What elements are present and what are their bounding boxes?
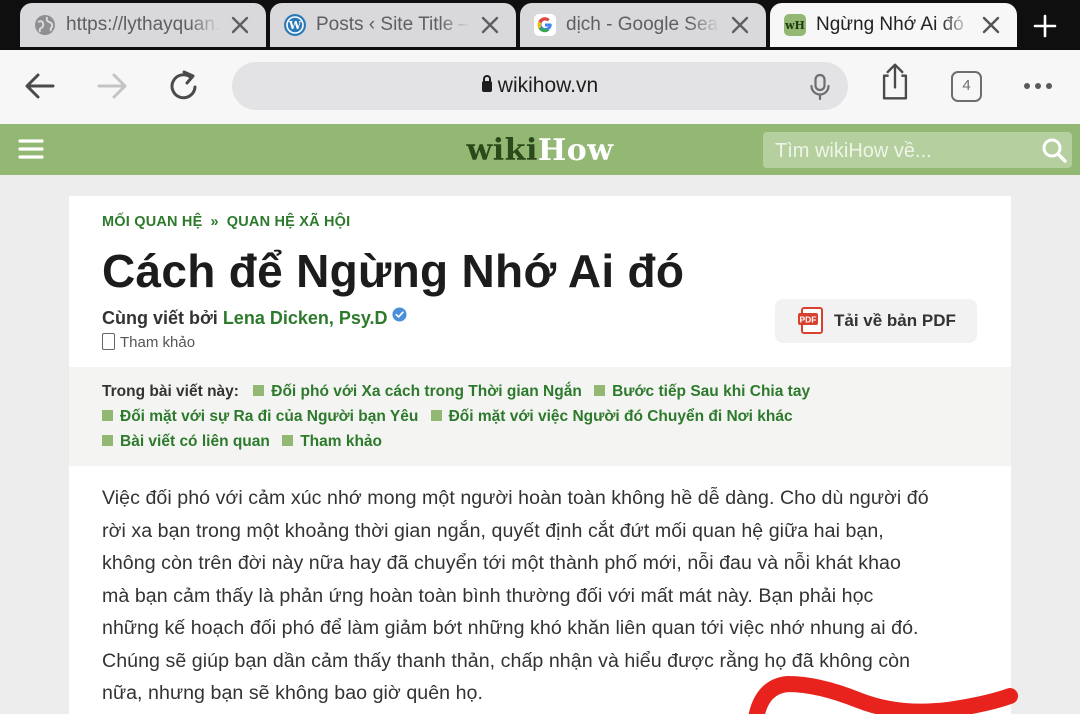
wikihow-icon: wH: [784, 14, 806, 36]
intro-line: Việc đối phó với cảm xúc nhớ mong một ng…: [102, 487, 929, 509]
share-icon[interactable]: [875, 62, 915, 102]
breadcrumb: MỐI QUAN HỆ » QUAN HỆ XÃ HỘI: [102, 214, 350, 230]
toc-label: Trong bài viết này:: [102, 383, 239, 400]
toc-item[interactable]: Tham khảo: [282, 433, 382, 450]
lock-icon: [481, 75, 492, 92]
search-placeholder: Tìm wikiHow về...: [775, 140, 932, 162]
bullet-square-icon: [594, 385, 606, 396]
tab-title: Ngừng Nhớ Ai đó – wikiHow: [816, 14, 971, 35]
tab-title: dịch - Google Search: [566, 14, 720, 35]
close-tab-icon[interactable]: [979, 13, 1003, 37]
page-title: Cách để Ngừng Nhớ Ai đó: [102, 245, 685, 297]
bullet-square-icon: [282, 435, 294, 446]
toc-item[interactable]: Đối phó với Xa cách trong Thời gian Ngắn: [253, 383, 582, 400]
download-pdf-button[interactable]: PDF Tải về bản PDF: [775, 299, 977, 343]
pdf-icon: PDF: [798, 307, 823, 334]
toc-item[interactable]: Bài viết có liên quan: [102, 433, 270, 450]
tab-switcher-button[interactable]: 4: [951, 71, 982, 102]
url-text: wikihow.vn: [497, 74, 599, 97]
red-annotation-scribble: [748, 675, 1018, 714]
intro-line: rời xa bạn trong một khoảng thời gian ng…: [102, 519, 884, 542]
bullet-square-icon: [253, 385, 265, 396]
more-icon[interactable]: [1018, 66, 1058, 106]
breadcrumb-link[interactable]: QUAN HỆ XÃ HỘI: [227, 214, 351, 230]
browser-tab-3[interactable]: dịch - Google Search: [520, 3, 766, 47]
bullet-square-icon: [102, 410, 113, 421]
tab-title: https://lythayquan.: [66, 14, 220, 35]
reload-icon[interactable]: [164, 66, 204, 106]
search-icon[interactable]: [1040, 136, 1068, 164]
browser-tab-2[interactable]: W Posts ‹ Site Title —: [270, 3, 516, 47]
browser-tab-active[interactable]: wH Ngừng Nhớ Ai đó – wikiHow: [770, 3, 1017, 47]
browser-toolbar: wikihow.vn 4: [0, 50, 1080, 124]
pdf-button-label: Tải về bản PDF: [834, 311, 956, 330]
forward-icon[interactable]: [92, 66, 132, 106]
microphone-icon[interactable]: [807, 73, 833, 101]
globe-icon: [34, 14, 56, 36]
author-line: Cùng viết bởi Lena Dicken, Psy.D: [102, 307, 407, 329]
site-search-input[interactable]: Tìm wikiHow về...: [763, 132, 1072, 168]
wordpress-icon: W: [284, 14, 306, 36]
breadcrumb-separator: »: [210, 214, 219, 230]
svg-text:PDF: PDF: [800, 315, 817, 325]
verified-badge-icon: [392, 307, 407, 322]
google-icon: [534, 14, 556, 36]
tab-strip: https://lythayquan. W Posts ‹ Site Title…: [0, 0, 1080, 50]
article-card: MỐI QUAN HỆ » QUAN HỆ XÃ HỘI Cách để Ngừng…: [69, 196, 1011, 714]
bullet-square-icon: [102, 435, 113, 446]
toc-item[interactable]: Đối mặt với việc Người đó Chuyển đi Nơi …: [430, 408, 793, 425]
new-tab-icon[interactable]: [1023, 6, 1067, 46]
close-tab-icon[interactable]: [478, 13, 502, 37]
close-tab-icon[interactable]: [728, 13, 752, 37]
close-tab-icon[interactable]: [228, 13, 252, 37]
address-bar[interactable]: wikihow.vn: [232, 62, 848, 110]
breadcrumb-link[interactable]: MỐI QUAN HỆ: [102, 214, 202, 230]
browser-tab-1[interactable]: https://lythayquan.: [20, 3, 266, 47]
document-icon: [102, 333, 115, 350]
intro-line: những kế hoạch đối phó để làm giảm bớt n…: [102, 617, 919, 639]
author-prefix: Cùng viết bởi: [102, 308, 218, 328]
toc-item[interactable]: Bước tiếp Sau khi Chia tay: [594, 383, 810, 400]
intro-line: mà bạn cảm thấy là phản ứng hoàn toàn bì…: [102, 584, 874, 607]
toc-item[interactable]: Đối mặt với sự Ra đi của Người bạn Yêu: [102, 408, 418, 425]
intro-line: không còn trên đời này nữa hay đã chuyển…: [102, 552, 901, 574]
site-header: wikiHow Tìm wikiHow về...: [0, 124, 1080, 175]
author-name-link[interactable]: Lena Dicken, Psy.D: [223, 308, 388, 328]
bullet-square-icon: [430, 410, 442, 421]
back-icon[interactable]: [20, 66, 60, 106]
table-of-contents: Trong bài viết này: Đối phó với Xa cách …: [69, 367, 1011, 466]
references-link[interactable]: Tham khảo: [102, 333, 195, 351]
tab-title: Posts ‹ Site Title —: [316, 14, 470, 35]
svg-text:W: W: [288, 19, 302, 32]
